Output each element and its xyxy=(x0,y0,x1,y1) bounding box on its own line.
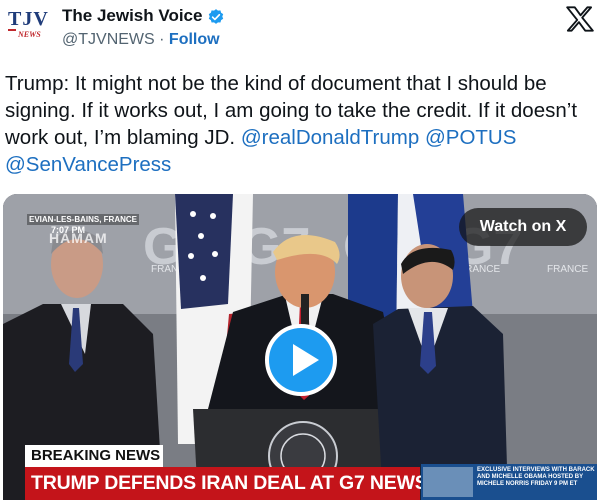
location-tag: EVIAN-LES-BAINS, FRANCE xyxy=(27,214,140,225)
verified-badge-icon xyxy=(208,9,224,24)
watch-on-x-button[interactable]: Watch on X xyxy=(459,208,587,246)
x-logo-icon[interactable] xyxy=(566,6,594,32)
handle-row: @TJVNEWS · Follow xyxy=(62,31,220,49)
logo-text: TJV xyxy=(8,8,49,30)
mention-potus[interactable]: @POTUS xyxy=(425,126,516,149)
promo-banner: EXCLUSIVE INTERVIEWS WITH BARACK AND MIC… xyxy=(421,464,597,500)
time-tag: 7:07 PM xyxy=(51,225,86,235)
account-name[interactable]: The Jewish Voice xyxy=(62,6,202,26)
breaking-news-label: BREAKING NEWS xyxy=(25,445,163,467)
tweet-header: TJV NEWS The Jewish Voice @TJVNEWS · Fol… xyxy=(0,0,600,60)
logo-accent-bar xyxy=(8,29,16,31)
mention-realdonaldtrump[interactable]: @realDonaldTrump xyxy=(241,126,419,149)
backdrop-france-3: FRANCE xyxy=(547,264,588,275)
play-button[interactable] xyxy=(265,324,337,396)
promo-text: EXCLUSIVE INTERVIEWS WITH BARACK AND MIC… xyxy=(477,467,595,487)
tweet-text: Trump: It might not be the kind of docum… xyxy=(5,70,595,178)
news-headline-chyron: TRUMP DEFENDS IRAN DEAL AT G7 NEWS CONFE… xyxy=(25,467,568,500)
video-player[interactable]: G7 G7 G7 G7 FRANCE FRANCE FRANCE xyxy=(3,194,597,500)
play-icon xyxy=(293,344,319,376)
account-avatar-logo[interactable]: TJV NEWS xyxy=(6,8,52,48)
mention-senvancepress[interactable]: @SenVancePress xyxy=(5,153,171,176)
account-handle[interactable]: @TJVNEWS xyxy=(62,31,155,48)
logo-subtext: NEWS xyxy=(18,30,41,39)
separator-dot: · xyxy=(159,31,165,48)
follow-button[interactable]: Follow xyxy=(169,31,220,48)
promo-thumbnail xyxy=(423,467,473,497)
